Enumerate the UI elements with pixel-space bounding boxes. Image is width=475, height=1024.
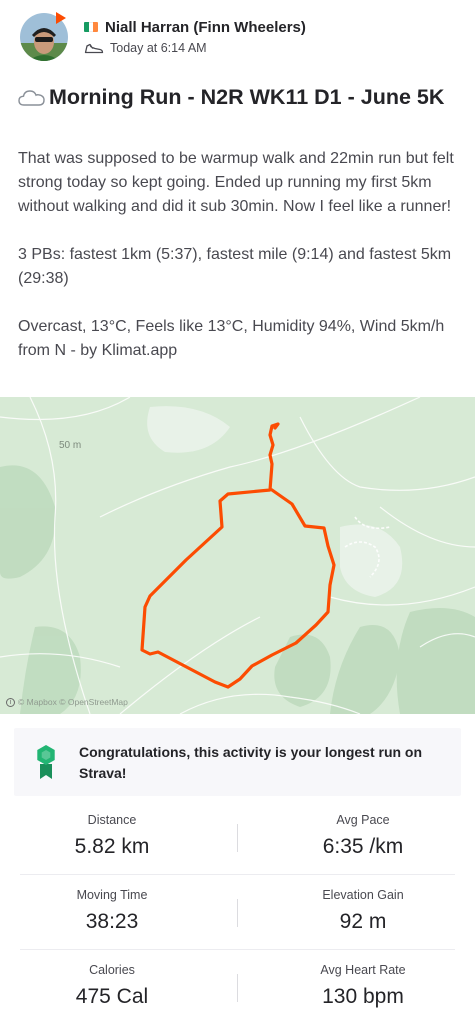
stat-value: 5.82 km xyxy=(74,835,150,858)
stat-divider xyxy=(237,974,238,1002)
elevation-contour-label: 50 m xyxy=(59,440,81,451)
subscriber-badge-icon xyxy=(56,12,66,24)
stat-value: 475 Cal xyxy=(75,985,149,1008)
stat-label: Elevation Gain xyxy=(322,888,404,902)
stat-label: Moving Time xyxy=(76,888,148,902)
map-attribution-text: © Mapbox © OpenStreetMap xyxy=(18,697,128,707)
achievement-text: Congratulations, this activity is your l… xyxy=(79,744,423,781)
cloud-icon xyxy=(18,90,45,106)
stat-avg-pace: Avg Pace 6:35 /km xyxy=(263,800,463,859)
stat-value: 38:23 xyxy=(85,910,139,933)
activity-header: Niall Harran (Finn Wheelers) Today at 6:… xyxy=(0,0,475,70)
stat-label: Calories xyxy=(89,963,135,977)
stat-distance: Distance 5.82 km xyxy=(12,800,212,859)
flag-stripe-orange xyxy=(93,22,98,32)
medal-icon xyxy=(37,745,55,779)
description-paragraph: 3 PBs: fastest 1km (5:37), fastest mile … xyxy=(18,246,452,287)
route-map[interactable]: 50 m i © Mapbox © OpenStreetMap xyxy=(0,397,475,714)
activity-title-text: Morning Run - N2R WK11 D1 - June 5K xyxy=(49,85,445,109)
activity-title: Morning Run - N2R WK11 D1 - June 5K xyxy=(18,83,458,112)
stat-moving-time: Moving Time 38:23 xyxy=(12,875,212,934)
stat-value: 130 bpm xyxy=(322,985,404,1008)
stat-avg-heart-rate: Avg Heart Rate 130 bpm xyxy=(263,950,463,1009)
stat-elevation-gain: Elevation Gain 92 m xyxy=(263,875,463,934)
stat-value: 92 m xyxy=(339,910,387,933)
stat-divider xyxy=(237,824,238,852)
stat-label: Avg Heart Rate xyxy=(320,963,406,977)
achievement-banner[interactable]: Congratulations, this activity is your l… xyxy=(14,728,461,796)
stat-value: 6:35 /km xyxy=(322,835,404,858)
athlete-name[interactable]: Niall Harran (Finn Wheelers) xyxy=(105,19,306,36)
stat-divider xyxy=(237,899,238,927)
info-icon[interactable]: i xyxy=(6,697,15,707)
activity-description: That was supposed to be warmup walk and … xyxy=(18,147,458,387)
activity-timestamp: Today at 6:14 AM xyxy=(110,41,207,55)
description-paragraph: That was supposed to be warmup walk and … xyxy=(18,150,454,215)
stats-row: Moving Time 38:23 Elevation Gain 92 m xyxy=(20,875,455,950)
ireland-flag-icon xyxy=(84,22,98,32)
shoe-icon xyxy=(84,43,104,54)
map-canvas: 50 m xyxy=(0,397,475,714)
stats-row: Calories 475 Cal Avg Heart Rate 130 bpm xyxy=(20,950,455,1024)
stats-row: Distance 5.82 km Avg Pace 6:35 /km xyxy=(20,800,455,875)
stat-label: Avg Pace xyxy=(336,813,390,827)
activity-stats: Distance 5.82 km Avg Pace 6:35 /km Movin… xyxy=(20,800,455,1024)
stat-calories: Calories 475 Cal xyxy=(12,950,212,1009)
stat-label: Distance xyxy=(87,813,137,827)
map-attribution[interactable]: i © Mapbox © OpenStreetMap xyxy=(6,697,128,707)
description-paragraph: Overcast, 13°C, Feels like 13°C, Humidit… xyxy=(18,318,445,359)
